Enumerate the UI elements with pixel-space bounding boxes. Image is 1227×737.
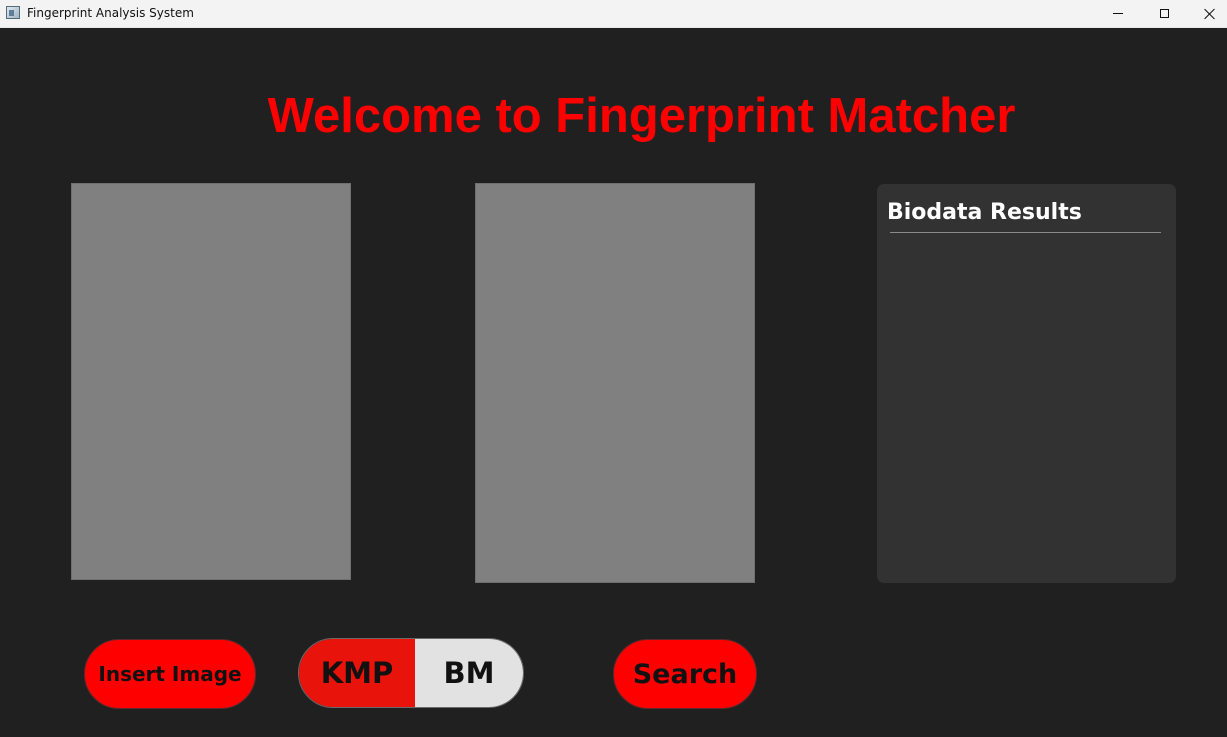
algorithm-toggle: KMP BM	[298, 638, 524, 708]
input-fingerprint-panel	[71, 183, 351, 580]
page-title: Welcome to Fingerprint Matcher	[267, 89, 1016, 143]
close-icon	[1204, 8, 1216, 20]
insert-image-button[interactable]: Insert Image	[84, 639, 256, 709]
biodata-results-panel: Biodata Results	[877, 184, 1176, 583]
kmp-option[interactable]: KMP	[299, 639, 415, 707]
minimize-icon	[1113, 13, 1123, 14]
maximize-icon	[1159, 9, 1169, 18]
bm-option[interactable]: BM	[415, 639, 523, 707]
window-title: Fingerprint Analysis System	[27, 6, 194, 20]
app-window-icon	[6, 6, 20, 19]
results-divider	[890, 232, 1161, 233]
maximize-button[interactable]	[1141, 0, 1187, 27]
title-bar: Fingerprint Analysis System	[0, 0, 1227, 28]
close-button[interactable]	[1187, 0, 1227, 27]
results-title: Biodata Results	[887, 200, 1082, 225]
search-button[interactable]: Search	[613, 639, 757, 709]
matched-fingerprint-panel	[475, 183, 755, 583]
minimize-button[interactable]	[1095, 0, 1141, 27]
